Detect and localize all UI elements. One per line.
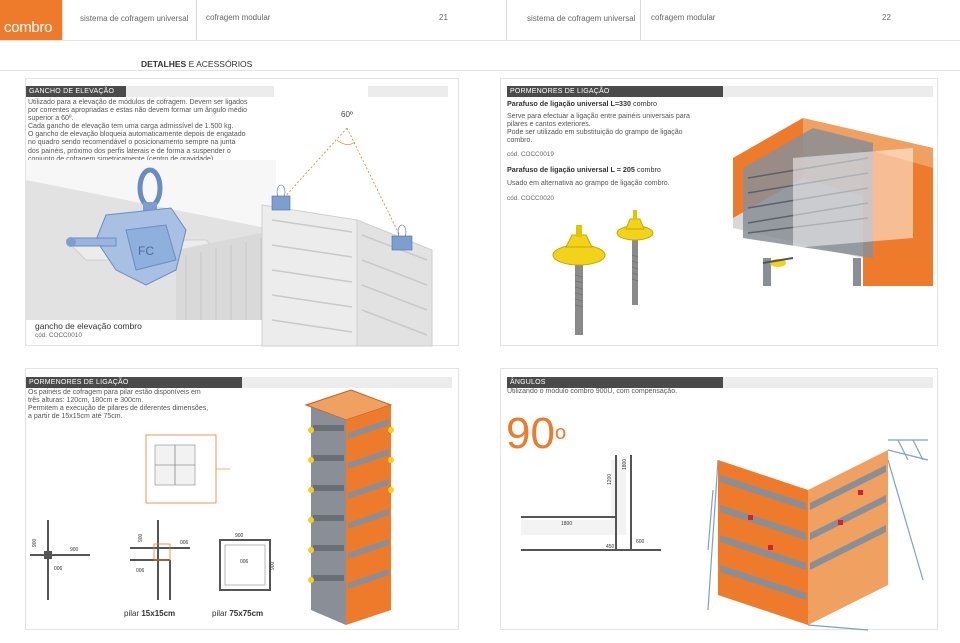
tag-angulos: ÂNGULOS xyxy=(507,377,723,388)
header-nav-left-2[interactable]: cofragem modular xyxy=(206,13,270,22)
header-divider xyxy=(506,0,507,40)
header-divider xyxy=(62,0,63,40)
svg-text:600: 600 xyxy=(636,539,645,545)
tag-extension xyxy=(723,86,933,97)
svg-text:FC: FC xyxy=(138,244,154,258)
gancho-caption: gancho de elevação combro xyxy=(35,321,142,331)
pillar-formwork-column-illustration xyxy=(304,389,394,625)
parafuso-205-title: Parafuso de ligação universal L = 205 co… xyxy=(507,165,661,174)
page-number-right: 22 xyxy=(882,13,891,22)
tag-extension xyxy=(126,86,274,97)
svg-text:006: 006 xyxy=(240,559,249,565)
svg-text:900: 900 xyxy=(70,547,79,553)
header-divider xyxy=(640,0,641,40)
formwork-lifting-diagram xyxy=(261,127,433,347)
svg-text:1200: 1200 xyxy=(607,474,613,485)
tag-extension xyxy=(368,86,448,97)
svg-text:006: 006 xyxy=(54,566,63,572)
page-number-left: 21 xyxy=(439,13,448,22)
tag-ligacao-pilar: PORMENORES DE LIGAÇÃO xyxy=(26,377,242,388)
svg-text:006: 006 xyxy=(180,540,189,546)
connection-bolts-illustration xyxy=(552,210,654,335)
lifting-hook-illustration: FC xyxy=(26,160,276,320)
parafuso-330-description: Serve para efectuar a ligação entre pain… xyxy=(507,113,690,145)
pillar-plan-drawings: 900 900 006 900 006 006 900 006 900 xyxy=(30,434,276,600)
corner-formwork-illustration xyxy=(707,439,929,631)
svg-text:1800: 1800 xyxy=(561,521,572,527)
svg-text:1800: 1800 xyxy=(622,459,628,470)
section-title: DETALHES E ACESSÓRIOS xyxy=(141,59,253,69)
angulos-description: Utilizando o módulo combro 900U, com com… xyxy=(507,388,678,395)
parafuso-205-code: cód. COCC0020 xyxy=(507,195,554,202)
caption-pilar-15: pilar 15x15cm xyxy=(124,609,176,618)
tag-gancho: GANCHO DE ELEVAÇÃO xyxy=(26,86,126,97)
tag-extension xyxy=(723,377,933,388)
svg-text:900: 900 xyxy=(138,533,144,542)
brand-logo: combro xyxy=(0,0,62,40)
parafuso-330-title: Parafuso de ligação universal L=330 comb… xyxy=(507,99,658,108)
section-rule xyxy=(0,70,960,71)
angle-label: 60º xyxy=(341,110,353,119)
gancho-code: cód. COCC0010 xyxy=(35,332,82,339)
header-divider xyxy=(196,0,197,40)
svg-text:450: 450 xyxy=(606,544,615,550)
tag-ligacao: PORMENORES DE LIGAÇÃO xyxy=(507,86,723,97)
formwork-assembly-illustration xyxy=(733,118,933,286)
svg-text:900: 900 xyxy=(270,561,276,570)
gancho-description: Utilizado para a elevação de módulos de … xyxy=(28,99,248,163)
svg-text:900: 900 xyxy=(235,533,244,539)
svg-text:900: 900 xyxy=(32,538,38,547)
ninety-degrees-label: 90o xyxy=(506,409,567,458)
corner-plan-drawing: 1200 1800 1800 450 600 xyxy=(521,455,661,551)
header-nav-right-2[interactable]: cofragem modular xyxy=(651,13,715,22)
parafuso-330-code: cód. COCC0019 xyxy=(507,151,554,158)
header-nav-right-1[interactable]: sistema de cofragem universal xyxy=(527,14,636,23)
svg-text:006: 006 xyxy=(136,568,145,574)
header-nav-left-1[interactable]: sistema de cofragem universal xyxy=(80,14,189,23)
parafuso-205-description: Usado em alternativa ao grampo de ligaçã… xyxy=(507,180,670,187)
caption-pilar-75: pilar 75x75cm xyxy=(212,609,264,618)
pilar-description: Os painéis de cofragem para pilar estão … xyxy=(28,389,209,421)
header-rule xyxy=(0,40,960,41)
